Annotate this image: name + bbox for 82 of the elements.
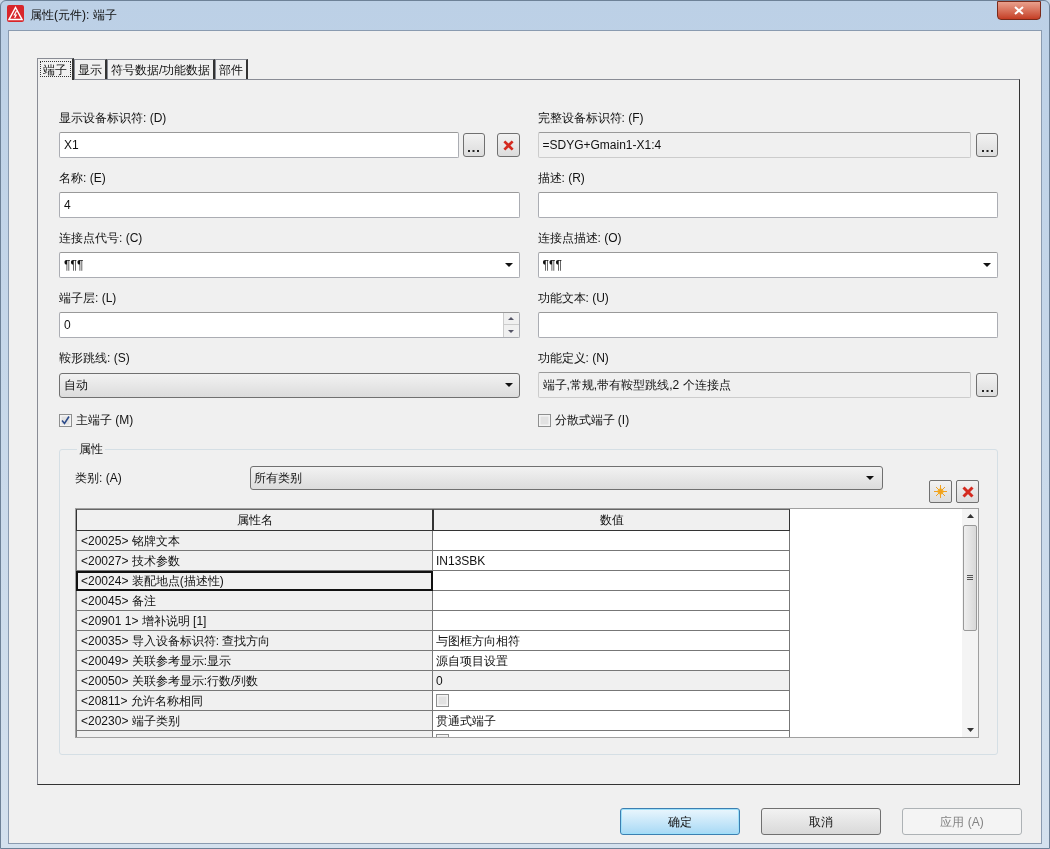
table-cell: <20901 1> 增补说明 [1] — [76, 611, 433, 631]
clear-button[interactable] — [496, 133, 520, 157]
dropdown[interactable]: 自动 — [59, 372, 520, 398]
table-cell: 源自项目设置 — [433, 651, 790, 671]
table-cell: 与图框方向相符 — [433, 631, 790, 651]
table-cell: <20025> 铭牌文本 — [76, 531, 433, 551]
checkbox-label[interactable]: 主端子 (M) — [76, 411, 134, 429]
readonly-field: =SDYG+Gmain1-X1:4 — [537, 132, 971, 158]
table-cell: <20045> 备注 — [76, 591, 433, 611]
checkbox[interactable] — [436, 694, 449, 707]
table-cell: <20811> 允许名称相同 — [76, 691, 433, 711]
window-title: 属性(元件): 端子 — [30, 7, 117, 24]
spin-box[interactable]: 0 — [59, 312, 520, 338]
table-cell: <20230> 端子类别 — [76, 711, 433, 731]
dropdown-caret-icon — [504, 383, 513, 387]
tab[interactable]: 显示 — [74, 59, 107, 79]
scrollbar-thumb[interactable] — [963, 525, 977, 631]
dialog-button[interactable]: 取消 — [761, 808, 881, 835]
checkbox[interactable] — [537, 413, 551, 427]
tab[interactable]: 部件 — [215, 59, 249, 79]
delete-button[interactable] — [956, 480, 979, 503]
table-cell: <20035> 导入设备标识符: 查找方向 — [76, 631, 433, 651]
spin-down-button[interactable] — [503, 325, 519, 337]
table-cell: <20049> 关联参考显示:显示 — [76, 651, 433, 671]
tab[interactable]: 端子 — [37, 58, 74, 80]
category-label: 类别: (A) — [75, 470, 123, 487]
new-button[interactable] — [929, 480, 952, 503]
field-label: 功能定义: (N) — [537, 350, 610, 366]
field-label: 端子层: (L) — [59, 290, 118, 306]
group-title: 属性 — [78, 441, 104, 458]
combo-box[interactable]: ¶¶¶ — [59, 252, 520, 278]
checkbox[interactable] — [59, 413, 72, 427]
table-cell: <20050> 关联参考显示:行数/列数 — [76, 671, 433, 691]
combo-value: ¶¶¶ — [542, 257, 562, 274]
table-cell: IN13SBK — [433, 551, 790, 571]
readonly-field: 端子,常规,带有鞍型跳线,2 个连接点 — [537, 372, 971, 398]
browse-button[interactable] — [976, 373, 998, 397]
field-label: 鞍形跳线: (S) — [59, 350, 131, 366]
field-label: 连接点描述: (O) — [537, 230, 623, 246]
field-label: 连接点代号: (C) — [59, 230, 144, 246]
delete-icon — [961, 485, 974, 498]
tab[interactable]: 符号数据/功能数据 — [107, 59, 216, 79]
category-dropdown[interactable]: 所有类别 — [250, 466, 883, 490]
combo-box[interactable]: ¶¶¶ — [537, 252, 998, 278]
grip-icon — [967, 575, 973, 581]
scroll-down-icon — [966, 728, 974, 732]
up-arrow-icon — [508, 317, 514, 320]
field-label: 描述: (R) — [537, 170, 586, 186]
browse-button[interactable] — [976, 133, 998, 157]
column-header[interactable]: 属性名 — [76, 509, 433, 531]
text-field[interactable]: X1 — [59, 132, 459, 158]
checkbox-label[interactable]: 分散式端子 (I) — [554, 411, 630, 429]
browse-button[interactable] — [462, 133, 485, 157]
sun-icon — [934, 485, 947, 498]
field-label: 名称: (E) — [59, 170, 107, 186]
table-cell: 0 — [433, 671, 790, 691]
table-cell: <20027> 技术参数 — [76, 551, 433, 571]
dropdown-value: 自动 — [64, 377, 88, 394]
column-header[interactable]: 数值 — [433, 509, 790, 531]
table-cell: <20024> 装配地点(描述性) — [76, 571, 433, 591]
field-label: 显示设备标识符: (D) — [59, 110, 168, 126]
close-icon — [1014, 6, 1024, 15]
combo-value: ¶¶¶ — [64, 257, 84, 274]
dropdown-value: 所有类别 — [254, 470, 302, 487]
field-label: 完整设备标识符: (F) — [537, 110, 645, 126]
dialog-button[interactable]: 确定 — [620, 808, 740, 835]
scroll-up-icon — [966, 514, 974, 518]
table-cell: 贯通式端子 — [433, 711, 790, 731]
delete-icon — [502, 139, 514, 151]
spin-value: 0 — [64, 317, 71, 334]
close-button[interactable] — [997, 1, 1041, 20]
app-warning-icon — [7, 5, 24, 22]
dropdown-caret-icon — [866, 476, 874, 480]
scrollbar[interactable] — [962, 509, 978, 737]
spin-up-button[interactable] — [503, 313, 519, 325]
field-label: 功能文本: (U) — [537, 290, 610, 306]
text-field[interactable]: 4 — [59, 192, 520, 218]
dropdown-caret-icon — [983, 263, 991, 267]
dropdown-caret-icon — [504, 263, 513, 267]
text-field[interactable] — [537, 192, 998, 218]
down-arrow-icon — [508, 329, 514, 333]
text-field[interactable] — [537, 312, 998, 338]
